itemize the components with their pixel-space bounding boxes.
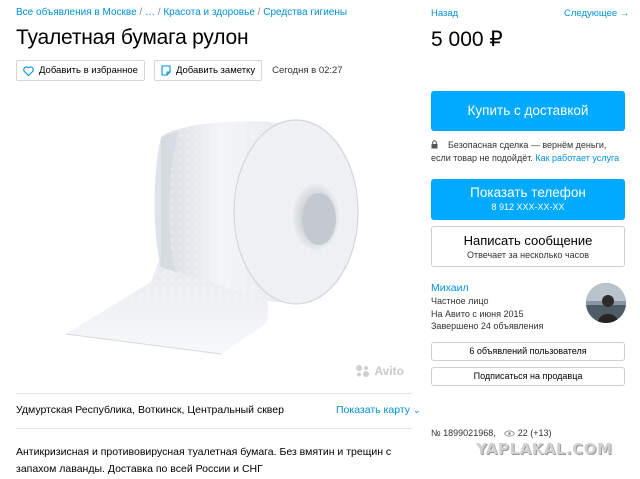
breadcrumb-beauty-health[interactable]: Красота и здоровье: [163, 7, 255, 18]
write-message-label: Написать сообщение: [463, 233, 593, 248]
ad-number: № 1899021968,: [431, 428, 496, 438]
avito-watermark-text: Avito: [374, 364, 404, 378]
breadcrumb-separator: /: [136, 7, 145, 18]
subscribe-seller-button[interactable]: Подписаться на продавца: [431, 367, 625, 386]
page-title: Туалетная бумага рулон: [16, 26, 249, 49]
seller-name-link[interactable]: Михаил: [431, 282, 469, 294]
show-phone-label: Показать телефон: [470, 185, 586, 200]
seller-info: Частное лицо На Авито с июня 2015 Заверш…: [431, 295, 543, 333]
heart-icon: [23, 65, 34, 76]
show-phone-button[interactable]: Показать телефон 8 912 XXX-XX-XX: [431, 179, 625, 220]
divider: [16, 428, 412, 429]
next-link[interactable]: Следующее →: [564, 8, 629, 19]
views-count: 22 (+13): [517, 428, 552, 438]
safe-deal-note: Безопасная сделка — вернём деньги, если …: [431, 139, 627, 165]
listing-actions: Добавить в избранное Добавить заметку Се…: [16, 60, 343, 81]
breadcrumb-ellipsis[interactable]: …: [145, 7, 155, 18]
breadcrumb-all-ads[interactable]: Все объявления в Москве: [16, 7, 137, 18]
eye-icon: [503, 429, 515, 437]
listing-meta: № 1899021968, 22 (+13): [431, 428, 552, 438]
response-time: Отвечает за несколько часов: [466, 250, 590, 260]
listing-photo[interactable]: Avito: [16, 92, 412, 384]
seller-completed: Завершено 24 объявления: [431, 321, 544, 331]
buy-with-delivery-button[interactable]: Купить с доставкой: [431, 91, 625, 131]
write-message-button[interactable]: Написать сообщение Отвечает за несколько…: [431, 226, 625, 267]
add-note-label: Добавить заметку: [175, 65, 256, 76]
show-map-link[interactable]: Показать карту ⌄: [336, 404, 420, 416]
listing-description: Антикризисная и противовирусная туалетна…: [16, 446, 392, 475]
show-map-label: Показать карту: [336, 404, 411, 416]
breadcrumb-hygiene[interactable]: Средства гигиены: [263, 7, 347, 18]
chevron-down-icon: ⌄: [412, 405, 421, 415]
user-ads-button[interactable]: 6 объявлений пользователя: [431, 342, 625, 361]
back-link[interactable]: Назад: [431, 8, 458, 19]
publish-date: Сегодня в 02:27: [272, 65, 343, 76]
location-text: Удмуртская Республика, Воткинск, Централ…: [16, 404, 284, 416]
site-watermark: YAPLAKAL.COM: [476, 440, 613, 458]
avito-watermark: Avito: [355, 364, 404, 378]
avatar[interactable]: [586, 283, 626, 323]
toilet-paper-image: [65, 119, 359, 355]
seller-since: На Авито с июня 2015: [431, 308, 524, 319]
lock-icon: [431, 140, 438, 149]
breadcrumb-separator: /: [254, 7, 264, 18]
seller-photo: [586, 283, 626, 323]
breadcrumb: Все объявления в Москве / … / Красота и …: [16, 7, 347, 18]
price: 5 000 ₽: [431, 28, 503, 51]
add-note-button[interactable]: Добавить заметку: [153, 60, 263, 81]
how-it-works-link[interactable]: Как работает услуга: [535, 153, 619, 163]
add-favorite-label: Добавить в избранное: [39, 65, 138, 76]
note-icon: [161, 65, 171, 76]
avito-logo-icon: [356, 365, 370, 377]
add-favorite-button[interactable]: Добавить в избранное: [16, 60, 145, 81]
phone-number: 8 912 XXX-XX-XX: [491, 202, 565, 212]
divider: [16, 393, 412, 394]
seller-type: Частное лицо: [431, 296, 489, 306]
